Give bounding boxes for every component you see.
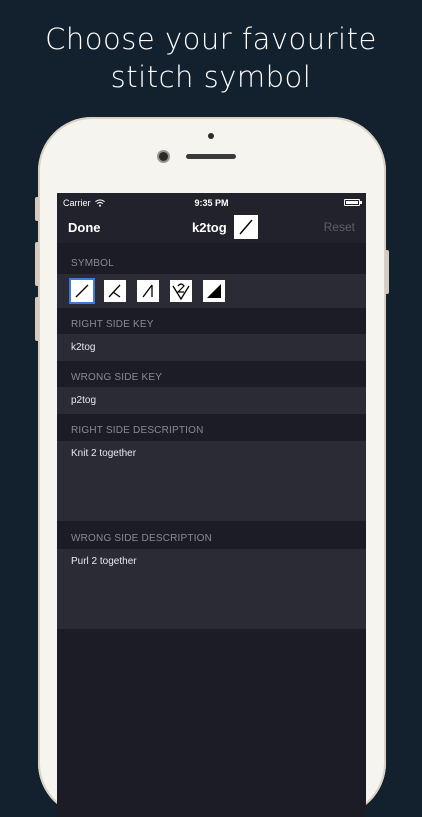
wrong-side-description-value: Purl 2 together	[71, 556, 137, 567]
wrong-side-key-field[interactable]: p2tog	[57, 387, 366, 414]
battery-tip	[360, 201, 362, 204]
symbol-option-k2tog[interactable]	[71, 280, 93, 302]
wrong-side-key-label: WRONG SIDE KEY	[71, 372, 163, 383]
phone-sensor	[208, 133, 214, 139]
k2tog-symbol-icon	[75, 284, 89, 298]
battery-icon	[344, 199, 360, 206]
status-time: 9:35 PM	[194, 198, 229, 208]
front-camera-icon	[159, 152, 168, 161]
slash-left-symbol-icon	[142, 284, 153, 298]
app-screen: Carrier 9:35 PM Done k2tog Reset SYMBOL	[57, 193, 366, 817]
symbol-section-label: SYMBOL	[71, 258, 114, 269]
symbol-picker-row	[57, 274, 366, 308]
marketing-headline: Choose your favourite stitch symbol	[0, 20, 422, 96]
phone-volume-down	[35, 297, 39, 341]
wrong-side-key-value: p2tog	[71, 395, 97, 406]
phone-power-button	[385, 250, 389, 294]
right-side-key-field[interactable]: k2tog	[57, 334, 366, 361]
right-side-key-label: RIGHT SIDE KEY	[71, 319, 154, 330]
phone-volume-up	[35, 242, 39, 286]
phone-mute-switch	[35, 197, 39, 221]
k-symbol-icon	[108, 284, 121, 298]
headline-line-2: stitch symbol	[110, 60, 312, 94]
symbol-option-slash[interactable]	[137, 280, 159, 302]
done-button[interactable]: Done	[68, 220, 101, 235]
bind-off-symbol-icon	[207, 284, 221, 298]
wrong-side-description-field[interactable]: Purl 2 together	[57, 549, 366, 629]
right-side-description-field[interactable]: Knit 2 together	[57, 441, 366, 521]
k2tog-symbol-icon	[234, 215, 258, 239]
headline-line-1: Choose your favourite	[45, 22, 377, 56]
phone-speaker	[186, 154, 236, 159]
symbol-option-k[interactable]	[104, 280, 126, 302]
phone-frame: Carrier 9:35 PM Done k2tog Reset SYMBOL	[35, 117, 389, 817]
right-side-key-value: k2tog	[71, 342, 96, 353]
wrong-side-description-label: WRONG SIDE DESCRIPTION	[71, 533, 213, 544]
twisted-two-symbol-icon	[172, 283, 190, 301]
symbol-option-twisted[interactable]	[170, 280, 192, 302]
reset-button[interactable]: Reset	[324, 220, 355, 234]
right-side-description-value: Knit 2 together	[71, 448, 137, 459]
symbol-option-bind-off[interactable]	[203, 280, 225, 302]
right-side-description-label: RIGHT SIDE DESCRIPTION	[71, 425, 204, 436]
navigation-bar: Done k2tog Reset	[57, 213, 366, 243]
status-bar: Carrier 9:35 PM	[57, 193, 366, 213]
nav-title: k2tog	[192, 220, 227, 235]
